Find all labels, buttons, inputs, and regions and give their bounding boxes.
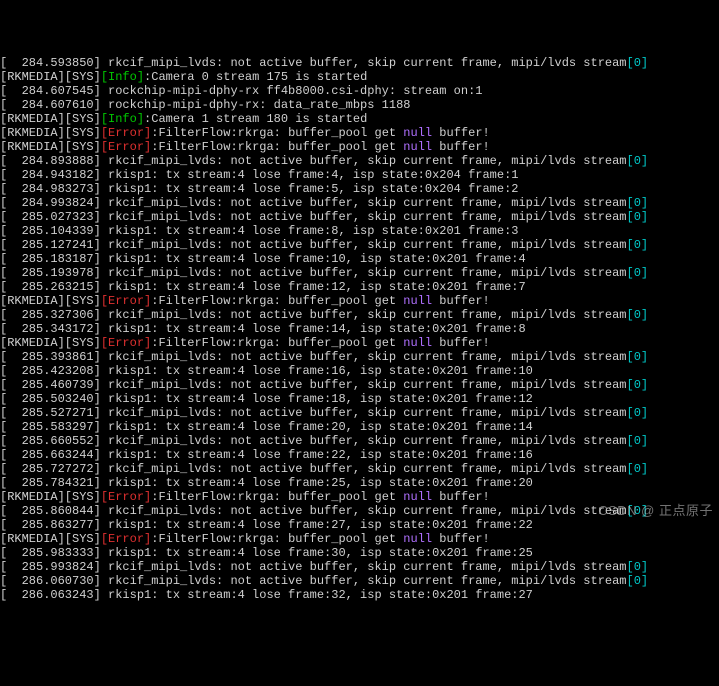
log-line-info: [RKMEDIA][SYS][Info]:Camera 1 stream 180…	[0, 112, 719, 126]
log-line-kernel: [ 286.060730] rkcif_mipi_lvds: not activ…	[0, 574, 719, 588]
log-line-kernel: [ 285.527271] rkcif_mipi_lvds: not activ…	[0, 406, 719, 420]
log-line-kernel: [ 284.983273] rkisp1: tx stream:4 lose f…	[0, 182, 719, 196]
log-line-kernel: [ 286.063243] rkisp1: tx stream:4 lose f…	[0, 588, 719, 602]
log-line-kernel: [ 285.863277] rkisp1: tx stream:4 lose f…	[0, 518, 719, 532]
log-line-kernel: [ 284.893888] rkcif_mipi_lvds: not activ…	[0, 154, 719, 168]
log-line-error: [RKMEDIA][SYS][Error]:FilterFlow:rkrga: …	[0, 490, 719, 504]
log-line-kernel: [ 285.583297] rkisp1: tx stream:4 lose f…	[0, 420, 719, 434]
log-line-error: [RKMEDIA][SYS][Error]:FilterFlow:rkrga: …	[0, 336, 719, 350]
log-line-kernel: [ 285.993824] rkcif_mipi_lvds: not activ…	[0, 560, 719, 574]
log-line-kernel: [ 285.343172] rkisp1: tx stream:4 lose f…	[0, 322, 719, 336]
log-line-kernel: [ 285.104339] rkisp1: tx stream:4 lose f…	[0, 224, 719, 238]
log-line-error: [RKMEDIA][SYS][Error]:FilterFlow:rkrga: …	[0, 532, 719, 546]
log-line-kernel: [ 284.593850] rkcif_mipi_lvds: not activ…	[0, 56, 719, 70]
log-line-kernel: [ 284.993824] rkcif_mipi_lvds: not activ…	[0, 196, 719, 210]
log-line-kernel: [ 284.607545] rockchip-mipi-dphy-rx ff4b…	[0, 84, 719, 98]
log-line-kernel: [ 285.663244] rkisp1: tx stream:4 lose f…	[0, 448, 719, 462]
log-line-error: [RKMEDIA][SYS][Error]:FilterFlow:rkrga: …	[0, 140, 719, 154]
log-line-info: [RKMEDIA][SYS][Info]:Camera 0 stream 175…	[0, 70, 719, 84]
log-line-error: [RKMEDIA][SYS][Error]:FilterFlow:rkrga: …	[0, 294, 719, 308]
log-line-kernel: [ 285.327306] rkcif_mipi_lvds: not activ…	[0, 308, 719, 322]
log-line-kernel: [ 285.784321] rkisp1: tx stream:4 lose f…	[0, 476, 719, 490]
log-line-kernel: [ 285.393861] rkcif_mipi_lvds: not activ…	[0, 350, 719, 364]
log-line-kernel: [ 285.183187] rkisp1: tx stream:4 lose f…	[0, 252, 719, 266]
log-line-kernel: [ 285.423208] rkisp1: tx stream:4 lose f…	[0, 364, 719, 378]
log-line-kernel: [ 285.727272] rkcif_mipi_lvds: not activ…	[0, 462, 719, 476]
log-line-kernel: [ 285.263215] rkisp1: tx stream:4 lose f…	[0, 280, 719, 294]
log-line-kernel: [ 284.607610] rockchip-mipi-dphy-rx: dat…	[0, 98, 719, 112]
log-line-kernel: [ 285.460739] rkcif_mipi_lvds: not activ…	[0, 378, 719, 392]
log-line-kernel: [ 285.127241] rkcif_mipi_lvds: not activ…	[0, 238, 719, 252]
log-line-kernel: [ 285.660552] rkcif_mipi_lvds: not activ…	[0, 434, 719, 448]
watermark-text: CSDN @ 正点原子	[598, 504, 713, 518]
log-line-error: [RKMEDIA][SYS][Error]:FilterFlow:rkrga: …	[0, 126, 719, 140]
log-line-kernel: [ 285.983333] rkisp1: tx stream:4 lose f…	[0, 546, 719, 560]
terminal-output[interactable]: [ 284.593850] rkcif_mipi_lvds: not activ…	[0, 56, 719, 602]
log-line-kernel: [ 285.027323] rkcif_mipi_lvds: not activ…	[0, 210, 719, 224]
log-line-kernel: [ 285.193978] rkcif_mipi_lvds: not activ…	[0, 266, 719, 280]
log-line-kernel: [ 285.503240] rkisp1: tx stream:4 lose f…	[0, 392, 719, 406]
log-line-kernel: [ 284.943182] rkisp1: tx stream:4 lose f…	[0, 168, 719, 182]
